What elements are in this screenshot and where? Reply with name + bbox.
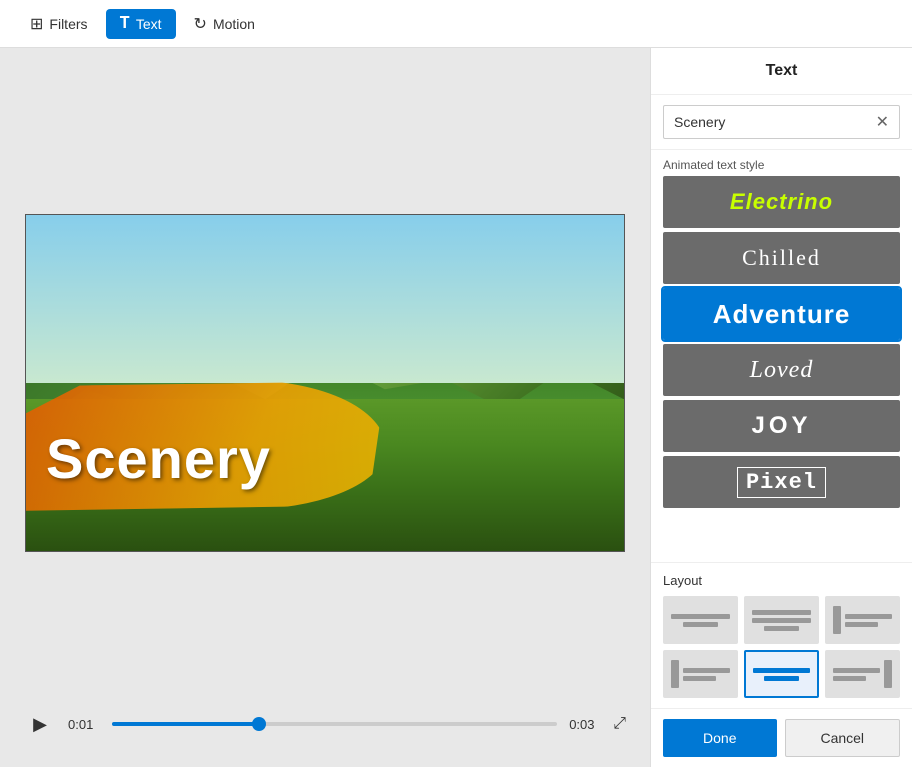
motion-label: Motion <box>213 16 255 32</box>
lp-line-a <box>845 614 891 619</box>
layout-preview-1 <box>671 614 729 627</box>
main-content: Scenery ▶ 0:01 0:03 ⤢ Text <box>0 48 912 767</box>
lp-bar-5b <box>764 676 798 681</box>
search-input[interactable] <box>674 114 876 130</box>
panel-title: Text <box>766 62 798 80</box>
lp-bar <box>671 614 729 619</box>
style-joy-label: JOY <box>751 412 811 440</box>
video-overlay-text: Scenery <box>46 426 271 491</box>
lp-side-4 <box>671 660 679 688</box>
lp-bar-2b <box>752 618 810 623</box>
progress-thumb[interactable] <box>252 717 266 731</box>
done-button[interactable]: Done <box>663 719 777 757</box>
style-list: Electrino Chilled Adventure Loved JOY Pi… <box>651 176 912 562</box>
clear-search-button[interactable]: ✕ <box>876 112 889 132</box>
lp-line-b <box>845 622 877 627</box>
motion-icon: ↻ <box>194 14 207 34</box>
style-electro-label: Electrino <box>730 189 833 215</box>
animated-style-label: Animated text style <box>651 150 912 176</box>
progress-bar[interactable] <box>112 722 557 726</box>
search-container: ✕ <box>651 95 912 150</box>
layout-item-3[interactable] <box>825 596 900 644</box>
video-container: Scenery <box>24 72 626 693</box>
layout-item-2[interactable] <box>744 596 819 644</box>
text-label: Text <box>136 16 162 32</box>
filters-label: Filters <box>49 16 87 32</box>
layout-section: Layout <box>651 562 912 708</box>
style-adventure-label: Adventure <box>713 299 851 330</box>
bottom-buttons: Done Cancel <box>651 708 912 767</box>
lp-line-6b <box>833 676 865 681</box>
layout-item-5[interactable] <box>744 650 819 698</box>
lp-line-4b <box>683 676 715 681</box>
lp-bar-2a <box>752 610 810 615</box>
lp-line-4a <box>683 668 729 673</box>
current-time: 0:01 <box>68 717 100 732</box>
layout-grid <box>663 596 900 698</box>
style-item-chilled[interactable]: Chilled <box>663 232 900 284</box>
expand-icon: ⤢ <box>613 715 626 732</box>
lp-lines-4 <box>683 668 729 681</box>
filters-icon: ⊞ <box>30 14 43 34</box>
style-pixel-label: Pixel <box>737 467 826 498</box>
search-box: ✕ <box>663 105 900 139</box>
progress-fill <box>112 722 259 726</box>
filters-button[interactable]: ⊞ Filters <box>16 8 102 40</box>
expand-button[interactable]: ⤢ <box>613 715 626 733</box>
sky-bg <box>26 215 624 383</box>
layout-item-6[interactable] <box>825 650 900 698</box>
play-button[interactable]: ▶ <box>24 708 56 740</box>
video-player: Scenery <box>25 214 625 552</box>
lp-lines <box>845 614 891 627</box>
lp-line-6a <box>833 668 879 673</box>
video-area: Scenery ▶ 0:01 0:03 ⤢ <box>0 48 650 767</box>
lp-side-6 <box>884 660 892 688</box>
layout-preview-4 <box>671 660 729 688</box>
lp-bar-short <box>683 622 718 627</box>
style-item-adventure[interactable]: Adventure <box>663 288 900 340</box>
motion-button[interactable]: ↻ Motion <box>180 8 269 40</box>
layout-preview-6 <box>833 660 891 688</box>
style-item-loved[interactable]: Loved <box>663 344 900 396</box>
layout-label: Layout <box>663 573 900 588</box>
style-item-joy[interactable]: JOY <box>663 400 900 452</box>
lp-side <box>833 606 841 634</box>
play-icon: ▶ <box>33 714 47 735</box>
lp-lines-6 <box>833 668 879 681</box>
layout-preview-3 <box>833 606 891 634</box>
style-chilled-label: Chilled <box>742 245 821 271</box>
layout-item-4[interactable] <box>663 650 738 698</box>
toolbar: ⊞ Filters 𝐓 Text ↻ Motion <box>0 0 912 48</box>
style-item-pixel[interactable]: Pixel <box>663 456 900 508</box>
lp-bar-2c <box>764 626 799 631</box>
panel-header: Text <box>651 48 912 95</box>
layout-item-1[interactable] <box>663 596 738 644</box>
layout-preview-2 <box>752 610 810 631</box>
layout-preview-5 <box>753 668 810 681</box>
lp-bar-5a <box>753 668 810 673</box>
text-icon: 𝐓 <box>120 15 130 33</box>
right-panel: Text ✕ Animated text style Electrino Chi… <box>650 48 912 767</box>
style-item-electro[interactable]: Electrino <box>663 176 900 228</box>
video-background: Scenery <box>26 215 624 551</box>
clear-icon: ✕ <box>876 112 889 132</box>
total-time: 0:03 <box>569 717 601 732</box>
cancel-button[interactable]: Cancel <box>785 719 901 757</box>
text-button[interactable]: 𝐓 Text <box>106 9 176 39</box>
style-loved-label: Loved <box>750 357 814 384</box>
video-controls: ▶ 0:01 0:03 ⤢ <box>24 693 626 743</box>
